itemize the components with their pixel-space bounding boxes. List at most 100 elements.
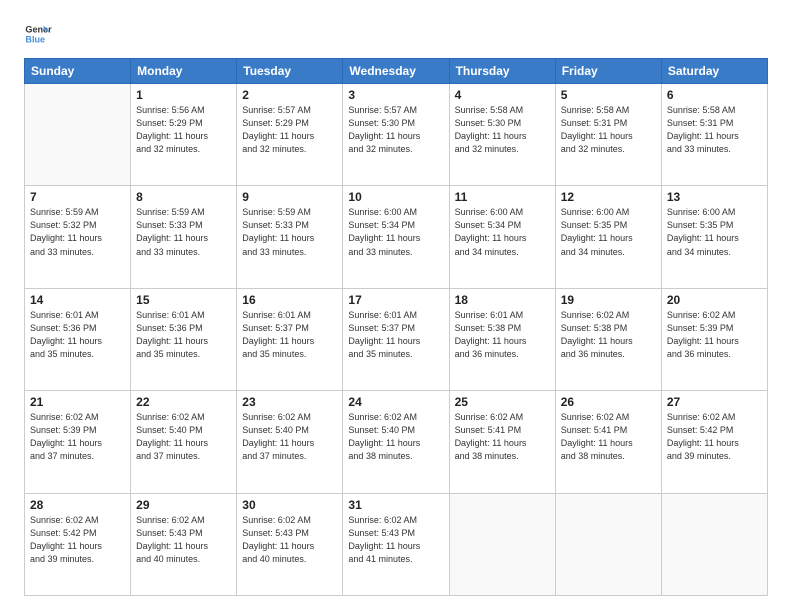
calendar-cell: 13Sunrise: 6:00 AM Sunset: 5:35 PM Dayli… [661,186,767,288]
day-info: Sunrise: 5:59 AM Sunset: 5:33 PM Dayligh… [242,206,337,258]
calendar-cell: 31 Sunrise: 6:02 AM Sunset: 5:43 PM Dayli… [343,493,449,595]
calendar-cell: 17 Sunrise: 6:01 AM Sunset: 5:37 PM Dayli… [343,288,449,390]
svg-text:General: General [25,25,52,35]
day-info: Sunrise: 6:01 AM Sunset: 5:37 PM Dayligh… [348,309,443,361]
day-info: Sunrise: 5:57 AM Sunset: 5:29 PM Dayligh… [242,104,337,156]
calendar-cell: 23Sunrise: 6:02 AM Sunset: 5:40 PM Dayli… [237,391,343,493]
day-number: 28 [30,498,125,512]
day-number: 2 [242,88,337,102]
day-info: Sunrise: 5:57 AM Sunset: 5:30 PM Dayligh… [348,104,443,156]
day-number: 30 [242,498,337,512]
logo-icon: General Blue [24,20,52,48]
day-number: 22 [136,395,231,409]
day-info: Sunrise: 5:58 AM Sunset: 5:30 PM Dayligh… [455,104,550,156]
calendar-cell [661,493,767,595]
day-info: Sunrise: 6:01 AM Sunset: 5:37 PM Dayligh… [242,309,337,361]
day-info: Sunrise: 6:01 AM Sunset: 5:36 PM Dayligh… [30,309,125,361]
day-number: 12 [561,190,656,204]
calendar-cell: 11Sunrise: 6:00 AM Sunset: 5:34 PM Dayli… [449,186,555,288]
calendar-week-row: 14 Sunrise: 6:01 AM Sunset: 5:36 PM Dayli… [25,288,768,390]
day-info: Sunrise: 6:02 AM Sunset: 5:43 PM Dayligh… [242,514,337,566]
day-number: 14 [30,293,125,307]
calendar-header-cell: Friday [555,59,661,84]
day-info: Sunrise: 6:02 AM Sunset: 5:43 PM Dayligh… [348,514,443,566]
calendar-cell: 22 Sunrise: 6:02 AM Sunset: 5:40 PM Dayli… [131,391,237,493]
calendar-cell: 21 Sunrise: 6:02 AM Sunset: 5:39 PM Dayli… [25,391,131,493]
day-info: Sunrise: 5:59 AM Sunset: 5:33 PM Dayligh… [136,206,231,258]
calendar-cell: 19 Sunrise: 6:02 AM Sunset: 5:38 PM Dayli… [555,288,661,390]
calendar-cell [555,493,661,595]
calendar-cell: 7 Sunrise: 5:59 AM Sunset: 5:32 PM Daylig… [25,186,131,288]
calendar-cell: 25Sunrise: 6:02 AM Sunset: 5:41 PM Dayli… [449,391,555,493]
day-info: Sunrise: 6:00 AM Sunset: 5:34 PM Dayligh… [348,206,443,258]
calendar-cell: 30 Sunrise: 6:02 AM Sunset: 5:43 PM Dayli… [237,493,343,595]
calendar-body: 1 Sunrise: 5:56 AM Sunset: 5:29 PM Daylig… [25,84,768,596]
day-number: 16 [242,293,337,307]
calendar-cell: 4Sunrise: 5:58 AM Sunset: 5:30 PM Daylig… [449,84,555,186]
day-info: Sunrise: 6:02 AM Sunset: 5:38 PM Dayligh… [561,309,656,361]
calendar-cell: 27 Sunrise: 6:02 AM Sunset: 5:42 PM Dayli… [661,391,767,493]
calendar-header-cell: Saturday [661,59,767,84]
calendar-cell: 6 Sunrise: 5:58 AM Sunset: 5:31 PM Daylig… [661,84,767,186]
day-number: 3 [348,88,443,102]
calendar-header-row: SundayMondayTuesdayWednesdayThursdayFrid… [25,59,768,84]
calendar-header-cell: Thursday [449,59,555,84]
day-number: 5 [561,88,656,102]
day-number: 15 [136,293,231,307]
day-number: 17 [348,293,443,307]
day-info: Sunrise: 6:02 AM Sunset: 5:41 PM Dayligh… [561,411,656,463]
day-info: Sunrise: 6:02 AM Sunset: 5:42 PM Dayligh… [30,514,125,566]
calendar-header-cell: Monday [131,59,237,84]
day-info: Sunrise: 6:02 AM Sunset: 5:43 PM Dayligh… [136,514,231,566]
calendar-week-row: 21 Sunrise: 6:02 AM Sunset: 5:39 PM Dayli… [25,391,768,493]
day-number: 7 [30,190,125,204]
calendar-cell: 5Sunrise: 5:58 AM Sunset: 5:31 PM Daylig… [555,84,661,186]
page: General Blue SundayMondayTuesdayWednesda… [0,0,792,612]
calendar-cell: 26 Sunrise: 6:02 AM Sunset: 5:41 PM Dayli… [555,391,661,493]
calendar-cell: 16 Sunrise: 6:01 AM Sunset: 5:37 PM Dayli… [237,288,343,390]
calendar-cell: 2 Sunrise: 5:57 AM Sunset: 5:29 PM Daylig… [237,84,343,186]
calendar-cell: 8 Sunrise: 5:59 AM Sunset: 5:33 PM Daylig… [131,186,237,288]
day-number: 18 [455,293,550,307]
day-info: Sunrise: 6:02 AM Sunset: 5:42 PM Dayligh… [667,411,762,463]
day-number: 20 [667,293,762,307]
calendar-cell [25,84,131,186]
day-info: Sunrise: 6:02 AM Sunset: 5:39 PM Dayligh… [667,309,762,361]
day-info: Sunrise: 6:02 AM Sunset: 5:40 PM Dayligh… [136,411,231,463]
day-number: 1 [136,88,231,102]
day-info: Sunrise: 6:00 AM Sunset: 5:34 PM Dayligh… [455,206,550,258]
calendar-cell: 9 Sunrise: 5:59 AM Sunset: 5:33 PM Daylig… [237,186,343,288]
day-info: Sunrise: 5:58 AM Sunset: 5:31 PM Dayligh… [667,104,762,156]
calendar-header-cell: Wednesday [343,59,449,84]
day-info: Sunrise: 6:02 AM Sunset: 5:40 PM Dayligh… [348,411,443,463]
day-number: 23 [242,395,337,409]
day-number: 6 [667,88,762,102]
day-info: Sunrise: 5:56 AM Sunset: 5:29 PM Dayligh… [136,104,231,156]
logo: General Blue [24,20,56,48]
day-number: 26 [561,395,656,409]
day-number: 9 [242,190,337,204]
calendar-cell: 12Sunrise: 6:00 AM Sunset: 5:35 PM Dayli… [555,186,661,288]
day-info: Sunrise: 5:59 AM Sunset: 5:32 PM Dayligh… [30,206,125,258]
calendar-cell: 3 Sunrise: 5:57 AM Sunset: 5:30 PM Daylig… [343,84,449,186]
calendar-cell: 18 Sunrise: 6:01 AM Sunset: 5:38 PM Dayli… [449,288,555,390]
day-number: 8 [136,190,231,204]
day-number: 27 [667,395,762,409]
day-number: 21 [30,395,125,409]
calendar-week-row: 7 Sunrise: 5:59 AM Sunset: 5:32 PM Daylig… [25,186,768,288]
day-number: 19 [561,293,656,307]
calendar-cell: 10Sunrise: 6:00 AM Sunset: 5:34 PM Dayli… [343,186,449,288]
day-info: Sunrise: 6:02 AM Sunset: 5:39 PM Dayligh… [30,411,125,463]
day-number: 24 [348,395,443,409]
day-number: 13 [667,190,762,204]
calendar-cell: 1 Sunrise: 5:56 AM Sunset: 5:29 PM Daylig… [131,84,237,186]
calendar-cell: 20 Sunrise: 6:02 AM Sunset: 5:39 PM Dayli… [661,288,767,390]
day-number: 31 [348,498,443,512]
calendar-cell [449,493,555,595]
calendar-cell: 24 Sunrise: 6:02 AM Sunset: 5:40 PM Dayli… [343,391,449,493]
day-info: Sunrise: 6:02 AM Sunset: 5:41 PM Dayligh… [455,411,550,463]
calendar-cell: 28 Sunrise: 6:02 AM Sunset: 5:42 PM Dayli… [25,493,131,595]
day-info: Sunrise: 6:01 AM Sunset: 5:36 PM Dayligh… [136,309,231,361]
calendar-header-cell: Tuesday [237,59,343,84]
day-info: Sunrise: 6:01 AM Sunset: 5:38 PM Dayligh… [455,309,550,361]
